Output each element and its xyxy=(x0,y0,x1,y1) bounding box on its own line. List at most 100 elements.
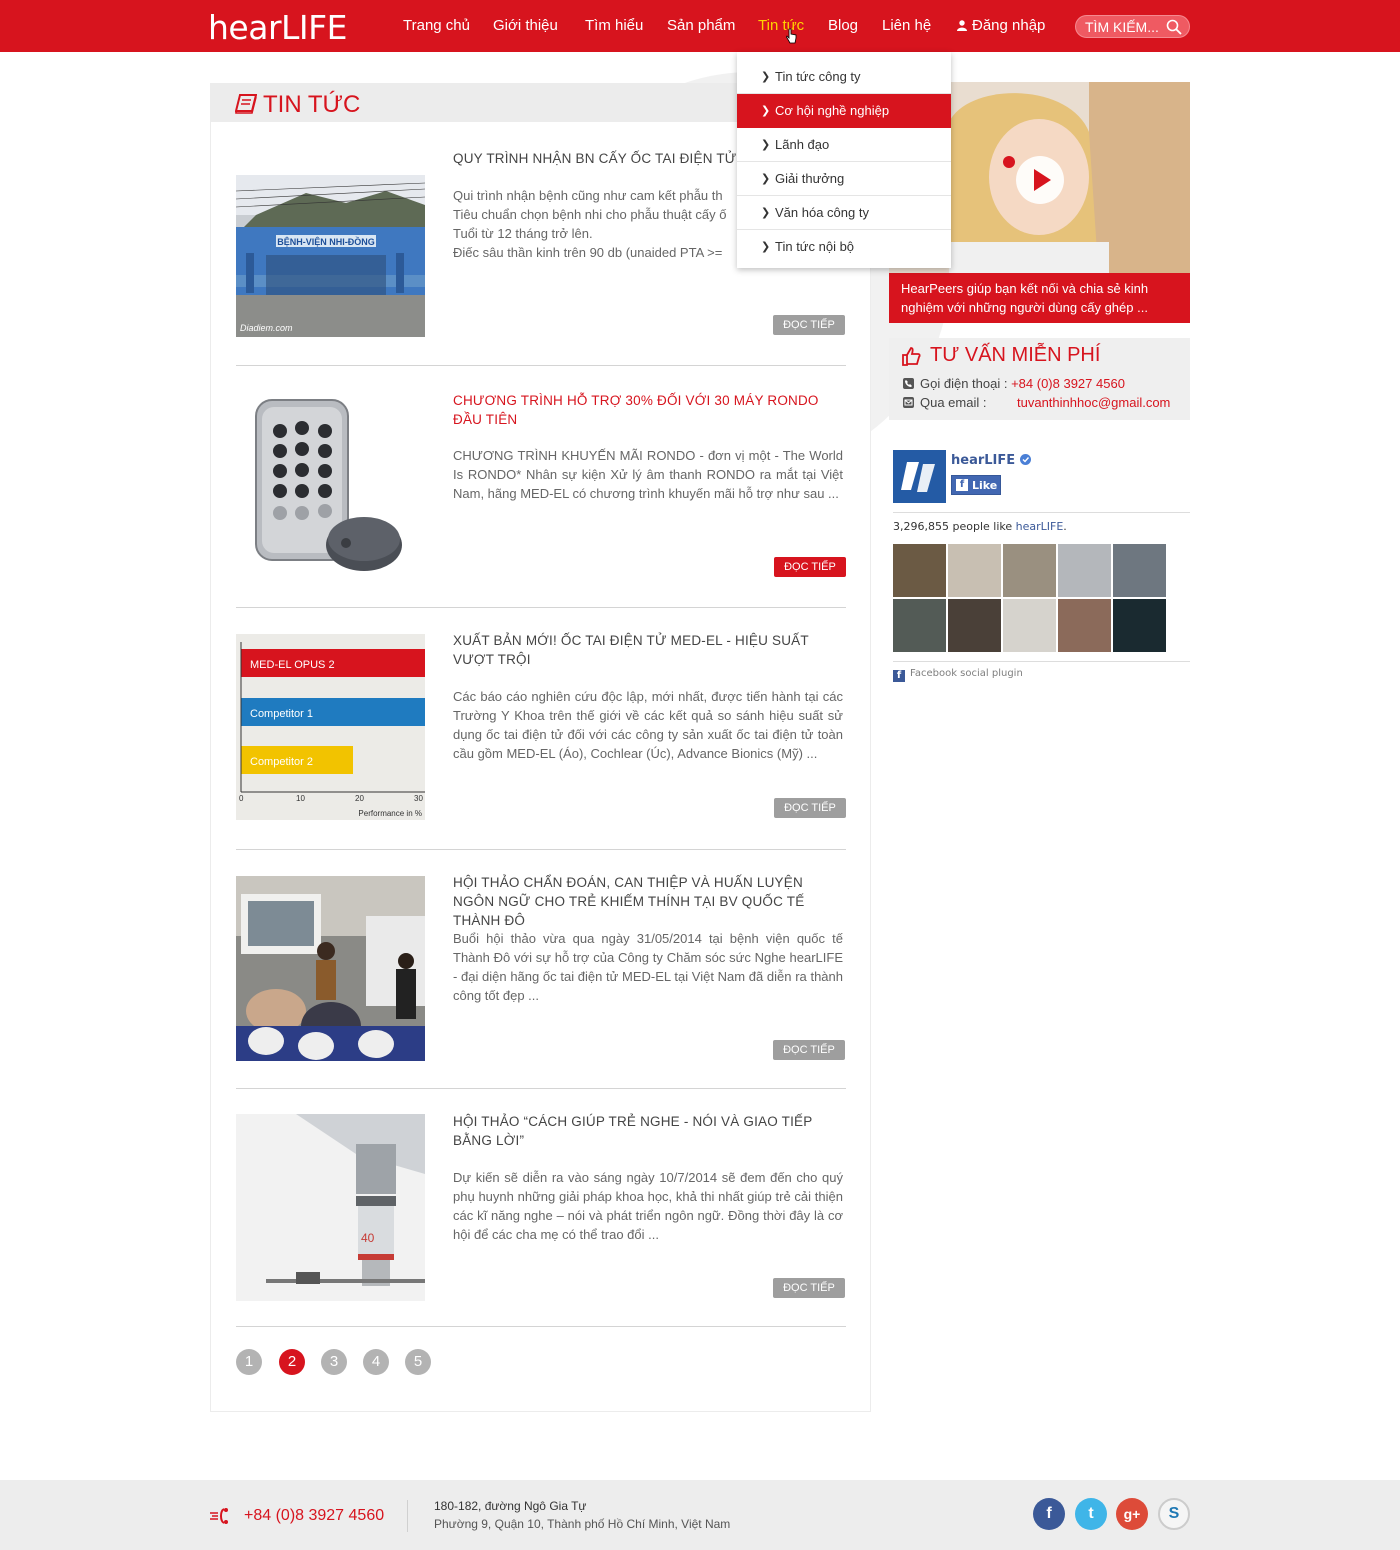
footer-address-line1: 180-182, đường Ngô Gia Tự xyxy=(434,1499,587,1513)
email-label: Qua email : xyxy=(920,395,987,410)
login-link[interactable]: Đăng nhập xyxy=(957,17,1045,34)
google-plus-icon[interactable]: g+ xyxy=(1116,1498,1148,1530)
news-panel: TIN TỨC BỆNH-VIỆN NHI-ĐỒNG Diadiem.com Q… xyxy=(210,83,871,1412)
read-more-button[interactable]: ĐỌC TIẾP xyxy=(774,798,846,818)
facebook-like-button[interactable]: f Like xyxy=(951,475,1001,495)
article-excerpt: Buổi hội thảo vừa qua ngày 31/05/2014 tạ… xyxy=(453,931,843,1003)
footer-phone[interactable]: +84 (0)8 3927 4560 xyxy=(244,1507,384,1525)
chevron-right-icon: ❯ xyxy=(761,105,771,117)
fan-avatar[interactable] xyxy=(1058,599,1111,652)
search-placeholder: TÌM KIẾM... xyxy=(1085,19,1159,35)
fan-avatar[interactable] xyxy=(1058,544,1111,597)
fan-avatar[interactable] xyxy=(1113,599,1166,652)
dropdown-item-leadership[interactable]: ❯ Lãnh đạo xyxy=(737,128,951,162)
article-title[interactable]: HỘI THẢO CHẨN ĐOÁN, CAN THIỆP VÀ HUẤN LU… xyxy=(453,873,843,930)
article-thumbnail-hospital[interactable]: BỆNH-VIỆN NHI-ĐỒNG Diadiem.com xyxy=(236,175,425,337)
twitter-icon[interactable]: t xyxy=(1075,1498,1107,1530)
login-label: Đăng nhập xyxy=(972,17,1046,34)
read-more-button[interactable]: ĐỌC TIẾP xyxy=(773,1278,845,1298)
consult-phone-row: Gọi điện thoại : +84 (0)8 3927 4560 xyxy=(903,376,1125,391)
nav-item-products[interactable]: Sản phẩm xyxy=(667,17,735,34)
fan-avatar[interactable] xyxy=(893,544,946,597)
skype-icon[interactable]: S xyxy=(1158,1498,1190,1530)
article-title[interactable]: XUẤT BẢN MỚI! ỐC TAI ĐIỆN TỬ MED-EL - HI… xyxy=(453,631,843,669)
facebook-page-name-text: hearLIFE xyxy=(951,453,1016,468)
read-more-button[interactable]: ĐỌC TIẾP xyxy=(773,1040,845,1060)
facebook-plugin-credit[interactable]: f Facebook social plugin xyxy=(893,668,1023,682)
article-thumbnail-microscope[interactable]: 40 xyxy=(236,1114,425,1301)
nav-item-about[interactable]: Giới thiệu xyxy=(493,17,558,34)
like-count-page-link[interactable]: hearLIFE xyxy=(1016,520,1064,533)
top-navigation-bar: hearLIFE Trang chủ Giới thiệu Tìm hiểu S… xyxy=(0,0,1400,52)
article-thumbnail-remote[interactable] xyxy=(236,395,425,580)
footer-divider xyxy=(407,1500,408,1532)
site-footer: +84 (0)8 3927 4560 180-182, đường Ngô Gi… xyxy=(0,1480,1400,1550)
email-value-wrapper: tuvanthinhhoc@gmail.com xyxy=(1017,395,1170,410)
user-icon xyxy=(957,20,967,31)
facebook-page-name[interactable]: hearLIFE xyxy=(951,453,1031,468)
nav-item-contact[interactable]: Liên hệ xyxy=(882,17,931,34)
search-box[interactable]: TÌM KIẾM... xyxy=(1075,15,1190,38)
like-count-text: 3,296,855 people like xyxy=(893,520,1013,533)
nav-item-blog[interactable]: Blog xyxy=(828,17,858,34)
dropdown-item-careers[interactable]: ❯ Cơ hội nghề nghiệp xyxy=(737,94,951,128)
thumbs-up-icon xyxy=(902,347,921,366)
dropdown-item-label: Văn hóa công ty xyxy=(775,205,869,220)
dropdown-item-culture[interactable]: ❯ Văn hóa công ty xyxy=(737,196,951,230)
email-value[interactable]: tuvanthinhhoc@gmail.com xyxy=(1017,395,1170,410)
hospital-sign: BỆNH-VIỆN NHI-ĐỒNG xyxy=(277,236,375,247)
facebook-small-icon: f xyxy=(893,670,905,682)
consult-title: TƯ VẤN MIỄN PHÍ xyxy=(930,344,1101,366)
remote-control-image xyxy=(236,395,425,580)
site-logo[interactable]: hearLIFE xyxy=(208,8,347,47)
chevron-right-icon: ❯ xyxy=(761,207,771,219)
chart-bar-label: Competitor 2 xyxy=(250,756,313,768)
fan-avatar[interactable] xyxy=(948,544,1001,597)
article-thumbnail-chart[interactable]: MED-EL OPUS 2 Competitor 1 Competitor 2 … xyxy=(236,634,425,820)
article-thumbnail-seminar[interactable] xyxy=(236,876,425,1061)
facebook-icon[interactable]: f xyxy=(1033,1498,1065,1530)
nav-item-news[interactable]: Tin tức xyxy=(758,17,804,34)
dropdown-item-company-news[interactable]: ❯ Tin tức công ty xyxy=(737,60,951,94)
mouse-cursor-icon xyxy=(786,28,797,44)
search-icon[interactable] xyxy=(1166,19,1182,35)
article-excerpt: Dự kiến sẽ diễn ra vào sáng ngày 10/7/20… xyxy=(453,1170,843,1242)
article-divider xyxy=(236,607,846,608)
dropdown-item-awards[interactable]: ❯ Giải thưởng xyxy=(737,162,951,196)
article-title[interactable]: CHƯƠNG TRÌNH HỖ TRỢ 30% ĐỐI VỚI 30 MÁY R… xyxy=(453,391,843,429)
phone-icon xyxy=(210,1508,228,1524)
read-more-button[interactable]: ĐỌC TIẾP xyxy=(773,315,845,335)
facebook-like-count: 3,296,855 people like hearLIFE. xyxy=(893,520,1067,533)
nav-item-home[interactable]: Trang chủ xyxy=(403,17,470,34)
chart-tick: 30 xyxy=(414,794,423,803)
fan-avatar[interactable] xyxy=(893,599,946,652)
email-icon xyxy=(903,397,914,408)
read-more-button[interactable]: ĐỌC TIẾP xyxy=(774,557,846,577)
article-divider xyxy=(236,1326,846,1327)
phone-value[interactable]: +84 (0)8 3927 4560 xyxy=(1011,376,1125,391)
chevron-right-icon: ❯ xyxy=(761,241,771,253)
seminar-photo xyxy=(236,876,425,1061)
page-button-current[interactable]: 2 xyxy=(279,1349,305,1375)
page-button[interactable]: 3 xyxy=(321,1349,347,1375)
phone-label: Gọi điện thoại : xyxy=(920,376,1008,391)
facebook-page-avatar[interactable] xyxy=(893,450,946,503)
play-icon[interactable] xyxy=(1015,155,1065,205)
page-button[interactable]: 4 xyxy=(363,1349,389,1375)
page-button[interactable]: 5 xyxy=(405,1349,431,1375)
page-button[interactable]: 1 xyxy=(236,1349,262,1375)
facebook-like-box: hearLIFE f Like 3,296,855 people like hea… xyxy=(893,450,1190,690)
fan-avatar[interactable] xyxy=(1003,599,1056,652)
video-caption[interactable]: HearPeers giúp bạn kết nối và chia sẻ ki… xyxy=(889,273,1190,323)
fan-avatar[interactable] xyxy=(1003,544,1056,597)
chevron-right-icon: ❯ xyxy=(761,71,771,83)
chart-bar-label: MED-EL OPUS 2 xyxy=(250,659,335,671)
article-title[interactable]: HỘI THẢO “CÁCH GIÚP TRẺ NGHE - NÓI VÀ GI… xyxy=(453,1112,843,1150)
article-excerpt: Các báo cáo nghiên cứu độc lập, mới nhất… xyxy=(453,689,843,761)
performance-chart-image: MED-EL OPUS 2 Competitor 1 Competitor 2 … xyxy=(236,634,425,820)
nav-item-learn[interactable]: Tìm hiểu xyxy=(585,17,643,34)
fan-avatar[interactable] xyxy=(1113,544,1166,597)
fan-avatar[interactable] xyxy=(948,599,1001,652)
dropdown-item-internal-news[interactable]: ❯ Tin tức nội bộ xyxy=(737,230,951,264)
verified-badge-icon xyxy=(1019,454,1031,465)
